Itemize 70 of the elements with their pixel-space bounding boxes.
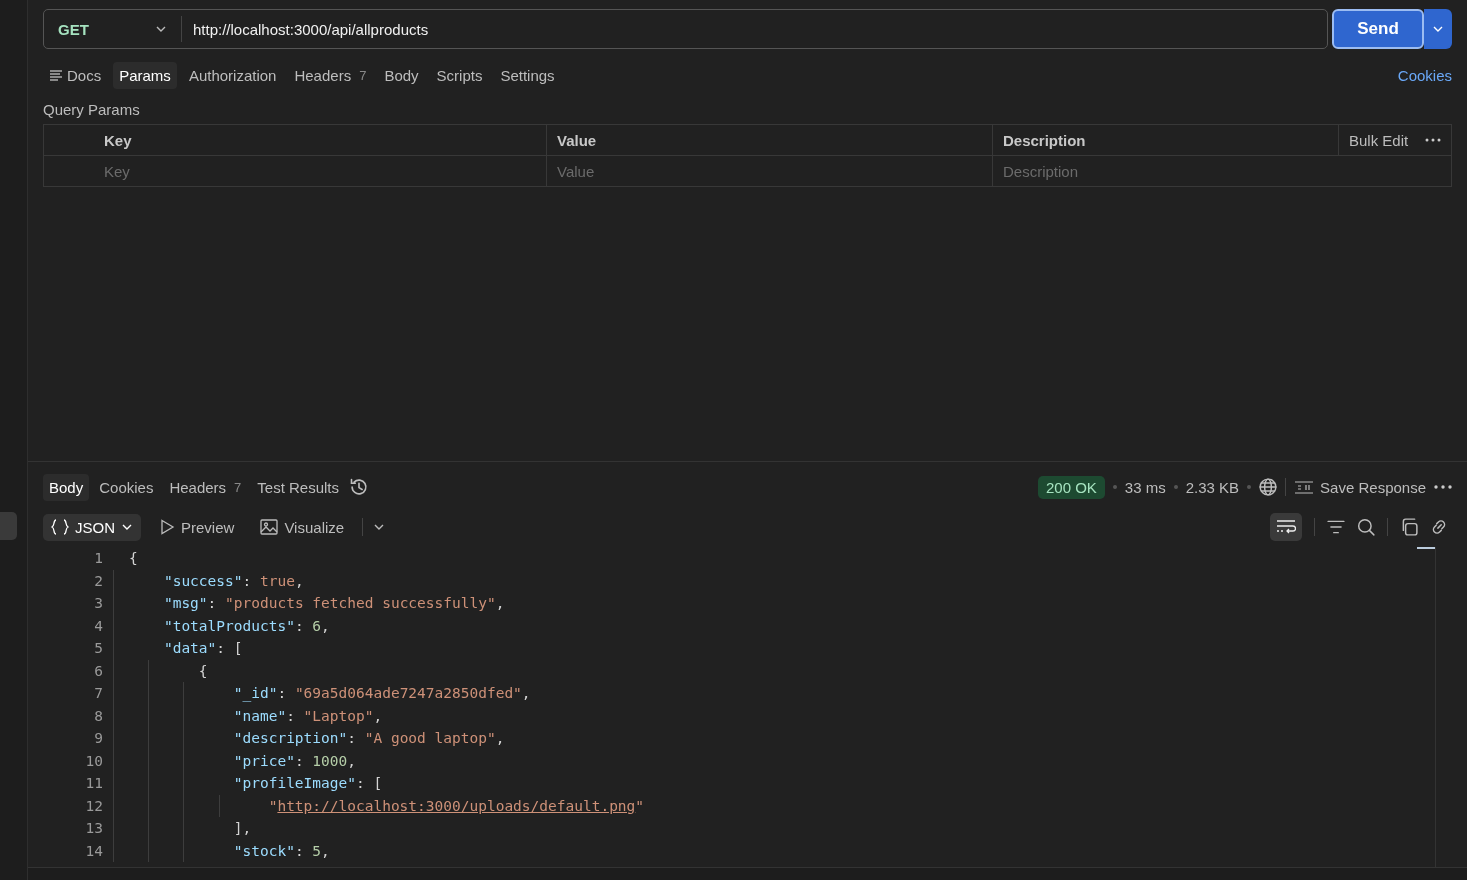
tab[interactable]: Settings <box>494 61 561 89</box>
chevron-down-icon <box>373 523 386 531</box>
column-header: Value <box>546 124 993 156</box>
line-number: 1 <box>93 550 104 567</box>
line-number: 10 <box>84 752 104 769</box>
search-icon[interactable] <box>1357 518 1375 536</box>
response-time: 33 ms <box>1124 478 1166 496</box>
save-response-button[interactable]: Save Response <box>1294 478 1426 496</box>
code-line: "msg": "products fetched successfully", <box>162 595 505 612</box>
braces-icon <box>51 519 69 535</box>
tab[interactable]: Params <box>113 61 177 89</box>
line-number: 6 <box>93 662 104 679</box>
response-size: 2.33 KB <box>1185 478 1240 496</box>
code-line: "price": 1000, <box>232 752 356 769</box>
line-number: 7 <box>93 685 104 702</box>
filter-icon[interactable] <box>1327 518 1345 536</box>
line-number: 14 <box>84 842 104 859</box>
example-icon <box>1294 479 1315 495</box>
tab[interactable]: Test Results <box>251 473 346 501</box>
link-icon[interactable] <box>1430 518 1448 536</box>
code-line: "name": "Laptop", <box>232 707 383 724</box>
tab[interactable]: Body <box>378 61 425 89</box>
chevron-down-icon <box>1432 25 1444 33</box>
line-number: 8 <box>93 707 104 724</box>
tab[interactable]: Headers 7 <box>163 473 248 501</box>
play-icon <box>159 519 175 535</box>
chevron-down-icon <box>121 523 133 531</box>
code-line: "http://localhost:3000/uploads/default.png" <box>267 797 645 814</box>
view-mode-button[interactable]: Visualize <box>252 513 353 541</box>
globe-icon[interactable] <box>1259 478 1278 496</box>
line-number: 13 <box>84 820 104 837</box>
line-number: 5 <box>93 640 104 657</box>
line-number: 11 <box>84 775 104 792</box>
line-number: 2 <box>93 572 104 589</box>
tab[interactable]: Cookies <box>93 473 160 501</box>
line-number: 9 <box>93 730 104 747</box>
copy-icon[interactable] <box>1400 518 1418 536</box>
code-line: { <box>129 550 138 567</box>
view-mode-button[interactable]: JSON <box>43 513 141 541</box>
section-title: Query Params <box>43 101 141 118</box>
tab[interactable]: Docs <box>43 61 108 89</box>
tab[interactable]: Authorization <box>182 61 283 89</box>
code-line: { <box>197 662 208 679</box>
tab[interactable]: Scripts <box>430 61 489 89</box>
code-line: "success": true, <box>162 572 304 589</box>
view-mode-button[interactable]: Preview <box>151 513 243 541</box>
more-icon[interactable] <box>1434 485 1452 489</box>
code-line: "_id": "69a5d064ade7247a2850dfed", <box>232 685 531 702</box>
tab[interactable]: Headers 7 <box>288 61 373 89</box>
code-line: ], <box>232 820 252 837</box>
code-line: "totalProducts": 6, <box>162 617 330 634</box>
code-line: "data": [ <box>162 640 243 657</box>
tab[interactable]: Body <box>43 473 90 501</box>
wrap-lines-icon <box>1276 519 1296 535</box>
status-badge[interactable]: 200 OK <box>1038 475 1105 499</box>
code-line: "description": "A good laptop", <box>232 730 505 747</box>
line-number: 3 <box>93 595 104 612</box>
code-line: "profileImage": [ <box>232 775 383 792</box>
docs-icon <box>49 69 63 81</box>
more-icon[interactable] <box>1425 138 1441 142</box>
column-header: Description <box>992 124 1339 156</box>
code-line: "stock": 5, <box>232 842 330 859</box>
cookies-link[interactable]: Cookies <box>1397 66 1452 84</box>
image-icon <box>260 519 279 535</box>
line-number: 12 <box>84 797 104 814</box>
send-button[interactable]: Send <box>1332 9 1424 49</box>
wrap-lines-button[interactable] <box>1270 513 1302 541</box>
line-number: 4 <box>93 617 104 634</box>
history-icon[interactable] <box>349 477 370 497</box>
column-header: Key <box>43 124 547 156</box>
